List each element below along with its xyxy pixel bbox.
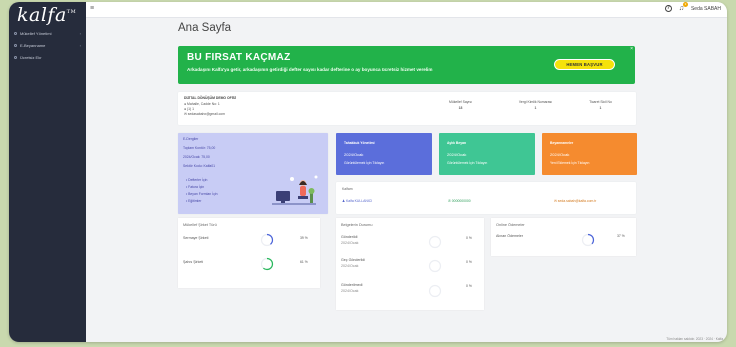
footer-text: Tüm hakları saklıdır. 2023 · 2024 · Kalf… bbox=[666, 337, 723, 341]
circle-icon bbox=[14, 43, 17, 47]
office-name: DİJİTAL DÖNÜŞÜM DEMO OFİSİ bbox=[184, 96, 236, 100]
circle-icon bbox=[14, 31, 17, 35]
notification-badge: 3 bbox=[682, 2, 688, 7]
sidebar-item-label: Mükellef Yönetimi bbox=[20, 30, 52, 36]
office-trade-registry: Ticaret Sicil No 1 bbox=[589, 100, 612, 110]
info-subscription: Toplam Kontör: 75,00 bbox=[183, 146, 216, 150]
info-list: • Defterler İçin • Fatura İçin • Beyan F… bbox=[186, 178, 218, 206]
documents-status-panel: Belgelerin Durumu Gönderildi 2024/Ocak 0 … bbox=[336, 218, 484, 310]
user-name[interactable]: Seda SABAH bbox=[691, 6, 721, 12]
info-title: E-Dergiler bbox=[183, 137, 199, 141]
office-taxpayer-count: Mükellef Sayısı 18 bbox=[449, 100, 472, 110]
info-version: Sektör Kodu: Kalfa01 bbox=[183, 164, 216, 168]
stat-card-beyannameler[interactable]: Beyannameler 2024/Ocak Yeni Eklemek İçin… bbox=[542, 133, 637, 175]
office-email: ✉ sedasabahx@gmail.com bbox=[184, 112, 225, 116]
topbar-actions: ? ♫ 3 Seda SABAH bbox=[664, 2, 721, 12]
sidebar-item-label: E-Beyanname bbox=[20, 42, 46, 48]
help-icon[interactable]: ? bbox=[664, 5, 672, 12]
sidebar: kalfaTM Mükellef Yönetimi › E-Beyanname … bbox=[9, 2, 86, 342]
stat-card-aylik-beyan[interactable]: Aylık Beyan 2024/Ocak Görüntülemek İçin … bbox=[439, 133, 535, 175]
stat-card-tahakkuk[interactable]: Tahakkuk Yönetimi 2024/Ocak Görüntülemek… bbox=[336, 133, 432, 175]
page-title: Ana Sayfa bbox=[178, 22, 232, 34]
chevron-right-icon: › bbox=[79, 30, 81, 36]
percentage-label: 0 % bbox=[466, 236, 472, 240]
percentage-label: 39 % bbox=[300, 236, 308, 240]
taxpayer-row-label: Şahıs Şirketi bbox=[183, 260, 204, 264]
office-worker-illustration bbox=[272, 175, 318, 205]
online-payments-panel: Online Ödemeler Alınan Ödemeler 37 % bbox=[491, 218, 636, 256]
taxpayer-row-label: Sermaye Şirketi bbox=[183, 236, 209, 240]
contact-card: Kalfam ♟ Kalfa KULLANICI ✆ 0000000000 ✉ … bbox=[336, 182, 636, 214]
contact-name[interactable]: ♟ Kalfa KULLANICI bbox=[342, 199, 372, 203]
banner-text: Arkadaşını Kalfa'ya getir, arkadaşının g… bbox=[187, 67, 433, 72]
office-card: DİJİTAL DÖNÜŞÜM DEMO OFİSİ ● Mahalle, Ca… bbox=[178, 92, 636, 125]
menu-icon[interactable]: ≡ bbox=[90, 5, 94, 12]
sidebar-item-ucretsiz-ekr[interactable]: Ücretsiz Ekr bbox=[9, 51, 86, 63]
topbar: ≡ ? ♫ 3 Seda SABAH bbox=[86, 2, 727, 18]
progress-ring bbox=[581, 233, 595, 247]
office-address: ● Mahalle, Cadde No: 1 bbox=[184, 102, 220, 106]
percentage-label: 37 % bbox=[617, 234, 625, 238]
progress-ring bbox=[260, 233, 274, 247]
office-phone: ● (1) 1 bbox=[184, 107, 194, 111]
percentage-label: 61 % bbox=[300, 260, 308, 264]
payment-row-label: Alınan Ödemeler bbox=[496, 234, 523, 238]
progress-ring bbox=[428, 284, 442, 298]
chevron-right-icon: › bbox=[79, 42, 81, 48]
progress-ring bbox=[428, 235, 442, 249]
office-tax-id: Vergi Kimlik Numarası 1 bbox=[518, 100, 553, 110]
main-content: Ana Sayfa BU FIRSAT KAÇMAZ Arkadaşını Ka… bbox=[86, 18, 727, 342]
info-period: 2024/Ocak: 75,00 bbox=[183, 155, 210, 159]
percentage-label: 0 % bbox=[466, 284, 472, 288]
progress-ring bbox=[428, 259, 442, 273]
contact-email[interactable]: ✉ seda.sabah@kalfa.com.tr bbox=[554, 199, 596, 203]
document-row: Geç Gönderildi 2024/Ocak bbox=[341, 258, 365, 268]
bell-icon[interactable]: ♫ 3 bbox=[679, 2, 688, 12]
taxpayer-type-panel: Mükellef Şirket Türü Sermaye Şirketi 39 … bbox=[178, 218, 320, 288]
progress-ring bbox=[260, 257, 274, 271]
sidebar-nav: Mükellef Yönetimi › E-Beyanname › Ücrets… bbox=[9, 27, 86, 63]
banner-headline: BU FIRSAT KAÇMAZ bbox=[187, 52, 291, 63]
circle-icon bbox=[14, 55, 17, 59]
document-row: Gönderilmedi 2024/Ocak bbox=[341, 283, 363, 293]
app-window: kalfaTM Mükellef Yönetimi › E-Beyanname … bbox=[9, 2, 727, 342]
contact-title: Kalfam bbox=[342, 187, 353, 191]
list-item[interactable]: • Beyan Formları İçin bbox=[186, 192, 218, 199]
contact-phone[interactable]: ✆ 0000000000 bbox=[448, 199, 471, 203]
list-item[interactable]: • Fatura İçin bbox=[186, 185, 218, 192]
percentage-label: 0 % bbox=[466, 260, 472, 264]
subscription-card: E-Dergiler Toplam Kontör: 75,00 2024/Oca… bbox=[178, 133, 328, 214]
sidebar-item-label: Ücretsiz Ekr bbox=[20, 54, 42, 60]
kalfa-logo[interactable]: kalfaTM bbox=[17, 4, 76, 26]
list-item[interactable]: • Eğitimler bbox=[186, 199, 218, 206]
sidebar-item-mukellef-yonetimi[interactable]: Mükellef Yönetimi › bbox=[9, 27, 86, 39]
apply-now-button[interactable]: HEMEN BAŞVUR bbox=[554, 59, 615, 70]
close-icon[interactable]: × bbox=[630, 46, 633, 52]
document-row: Gönderildi 2024/Ocak bbox=[341, 235, 359, 245]
list-item[interactable]: • Defterler İçin bbox=[186, 178, 218, 185]
promo-banner: BU FIRSAT KAÇMAZ Arkadaşını Kalfa'ya get… bbox=[178, 46, 635, 84]
sidebar-item-e-beyanname[interactable]: E-Beyanname › bbox=[9, 39, 86, 51]
